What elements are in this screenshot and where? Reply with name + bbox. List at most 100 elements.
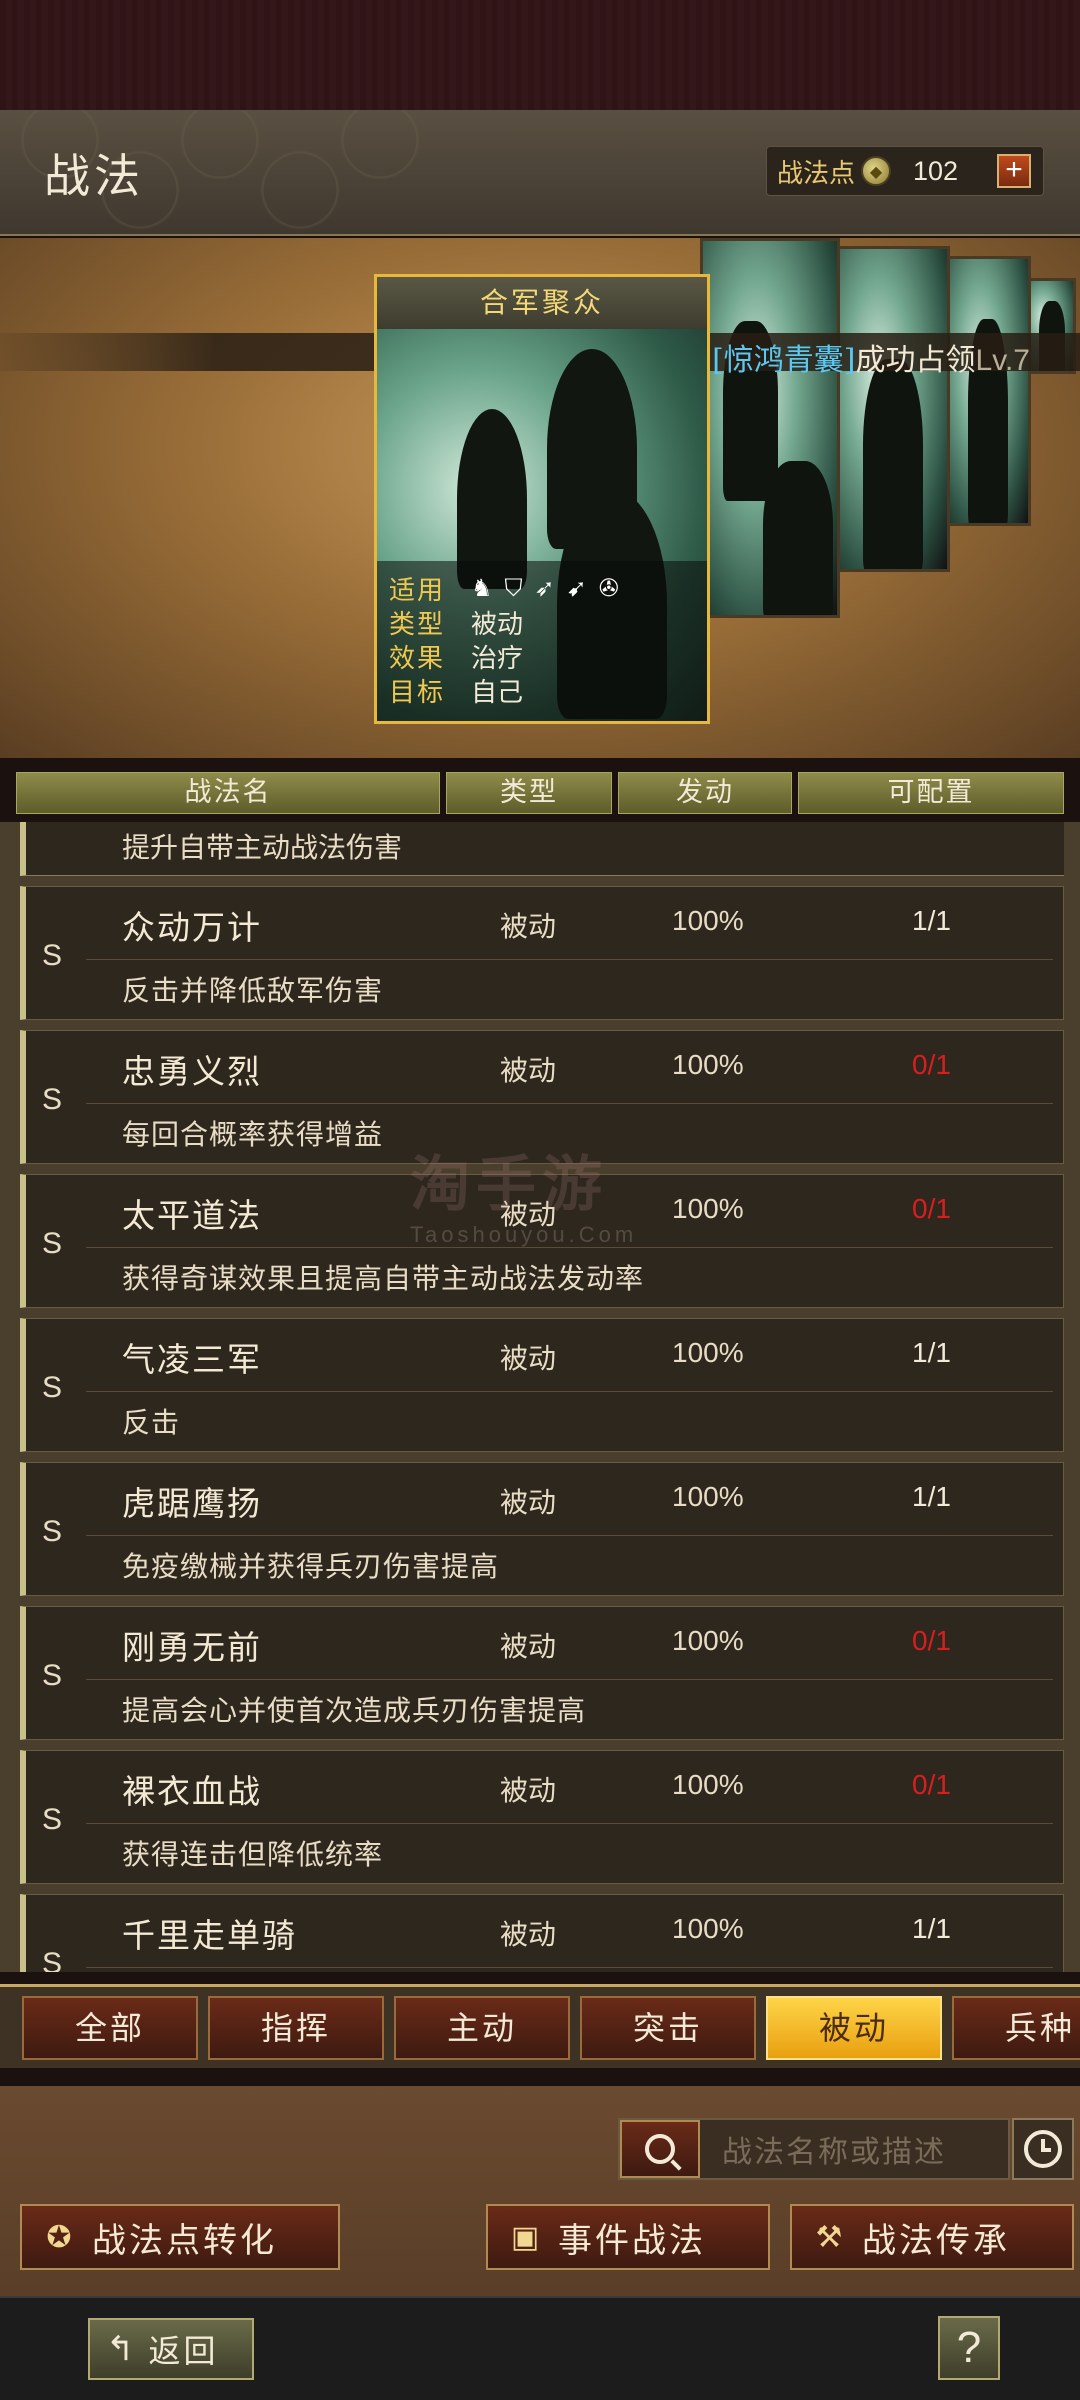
search-box[interactable]: 战法名称或描述	[618, 2118, 1010, 2180]
back-button[interactable]: ↰ 返回	[88, 2318, 254, 2380]
tactic-grade: S	[42, 1515, 63, 1548]
tactic-desc: 获得连击但降低统率	[122, 1838, 384, 1871]
tactic-row[interactable]: S 裸衣血战 被动 100% 0/1 获得连击但降低统率	[20, 1750, 1064, 1884]
event-tactic-label: 事件战法	[558, 2220, 706, 2261]
back-label: 返回	[148, 2332, 219, 2370]
owner-info: [惊鸿青囊]成功占领Lv.7	[712, 335, 1030, 379]
tactic-rate: 100%	[672, 1193, 744, 1224]
featured-tactic-card[interactable]: 合军聚众 适用 ♞ ⛉ ➶ ➹ ✇ 类型 被动 效果 治疗 目标 自己	[374, 274, 710, 724]
inherit-tactic-button[interactable]: ⚒ 战法传承	[790, 2204, 1074, 2270]
tactic-rate: 100%	[672, 1625, 744, 1656]
tactic-card-side[interactable]	[945, 256, 1031, 526]
tactic-type: 被动	[500, 1054, 557, 1087]
tactic-desc: 提升自带主动战法伤害	[122, 831, 403, 864]
shield-icon: ⛉	[504, 574, 523, 602]
tactic-grade: S	[42, 1659, 63, 1692]
tactic-grade: S	[42, 1083, 63, 1116]
tactic-card-side[interactable]	[700, 238, 840, 618]
type-label: 类型	[389, 609, 446, 640]
tactic-name: 刚勇无前	[122, 1628, 262, 1667]
tactic-rate: 100%	[672, 905, 744, 936]
lower-panel: 战法名称或描述 ✪ 战法点转化 ▣ 事件战法 ⚒ 战法传承	[0, 2086, 1080, 2296]
target-value: 自己	[471, 677, 524, 708]
tactic-grade: S	[42, 939, 63, 972]
search-input[interactable]: 战法名称或描述	[722, 2127, 946, 2171]
column-header-name[interactable]: 战法名	[16, 772, 440, 814]
owner-tag[interactable]: [惊鸿青囊]	[712, 343, 855, 378]
filter-tab[interactable]: 主动	[394, 1996, 570, 2060]
tactic-row[interactable]: S 气凌三军 被动 100% 1/1 反击	[20, 1318, 1064, 1452]
tactic-type: 被动	[500, 1342, 557, 1375]
tactic-grade: S	[42, 1803, 63, 1836]
table-header: 战法名 类型 发动 可配置	[16, 772, 1064, 814]
tactic-card-side[interactable]	[830, 246, 950, 572]
tactic-type: 被动	[500, 1486, 557, 1519]
search-button[interactable]	[620, 2120, 700, 2178]
tactic-list[interactable]: 提升自带主动战法伤害 S 众动万计 被动 100% 1/1 反击并降低敌军伤害 S 忠勇义烈被…	[0, 822, 1080, 1972]
tactic-name: 裸衣血战	[122, 1772, 262, 1811]
help-button[interactable]: ?	[938, 2316, 1000, 2380]
unit-type-icons: ♞ ⛉ ➶ ➹ ✇	[471, 574, 619, 602]
effect-label: 效果	[389, 643, 446, 674]
tactic-type: 被动	[500, 1918, 557, 1951]
tactic-type: 被动	[500, 1774, 557, 1807]
filter-tab[interactable]: 被动	[766, 1996, 942, 2060]
page-title: 战法	[44, 149, 144, 203]
tactic-grade: S	[42, 1227, 63, 1260]
tactic-rate: 100%	[672, 1337, 744, 1368]
tactic-name: 忠勇义烈	[122, 1052, 262, 1091]
convert-points-button[interactable]: ✪ 战法点转化	[20, 2204, 340, 2270]
tactic-row[interactable]: S 虎踞鹰扬 被动 100% 1/1 免疫缴械并获得兵刃伤害提高	[20, 1462, 1064, 1596]
row-divider	[86, 1679, 1053, 1680]
event-tactic-button[interactable]: ▣ 事件战法	[486, 2204, 770, 2270]
tactic-grade: S	[42, 1947, 63, 1972]
list-item-partial[interactable]: 提升自带主动战法伤害	[20, 822, 1064, 876]
tactic-config: 0/1	[912, 1049, 951, 1080]
tactic-rate: 100%	[672, 1913, 744, 1944]
filter-tab[interactable]: 兵种	[952, 1996, 1080, 2060]
filter-tab[interactable]: 全部	[22, 1996, 198, 2060]
card-stats: 适用 ♞ ⛉ ➶ ➹ ✇ 类型 被动 效果 治疗 目标 自己	[377, 561, 707, 721]
tactic-name: 千里走单骑	[122, 1916, 297, 1955]
column-header-type[interactable]: 类型	[446, 772, 612, 814]
row-divider	[86, 1391, 1053, 1392]
points-label: 战法点	[777, 158, 856, 189]
spear-icon: ➹	[566, 574, 587, 602]
tactic-type: 被动	[500, 1630, 557, 1663]
tactic-row[interactable]: S 忠勇义烈 被动 100% 0/1 每回合概率获得增益	[20, 1030, 1064, 1164]
cavalry-icon: ♞	[471, 574, 493, 602]
clock-icon	[1024, 2130, 1062, 2168]
row-divider	[86, 1967, 1053, 1968]
filter-tab[interactable]: 指挥	[208, 1996, 384, 2060]
tactic-row[interactable]: S 刚勇无前 被动 100% 0/1 提高会心并使首次造成兵刃伤害提高	[20, 1606, 1064, 1740]
filter-tabs: 全部 指挥 主动 突击 被动 兵种	[0, 1984, 1080, 2068]
back-arrow-icon: ↰	[106, 2329, 135, 2369]
tactic-type: 被动	[500, 910, 557, 943]
tactic-row[interactable]: S 千里走单骑 被动 100% 1/1	[20, 1894, 1064, 1972]
scroll-icon: ▣	[510, 2219, 540, 2255]
tactic-rate: 100%	[672, 1049, 744, 1080]
filter-tab[interactable]: 突击	[580, 1996, 756, 2060]
tactic-points-box: 战法点 ◆ 102 +	[766, 146, 1044, 196]
column-header-rate[interactable]: 发动	[618, 772, 792, 814]
add-points-button[interactable]: +	[997, 154, 1032, 188]
tactic-config: 1/1	[912, 905, 951, 936]
tactic-rate: 100%	[672, 1481, 744, 1512]
coin-swirl-icon: ✪	[46, 2219, 72, 2255]
history-button[interactable]	[1012, 2118, 1074, 2180]
convert-points-label: 战法点转化	[92, 2220, 277, 2261]
search-icon	[645, 2134, 675, 2164]
tactic-rate: 100%	[672, 1769, 744, 1800]
column-header-config[interactable]: 可配置	[798, 772, 1064, 814]
tactic-config: 1/1	[912, 1481, 951, 1512]
tactic-desc: 每回合概率获得增益	[122, 1118, 384, 1151]
owner-status: 成功占领	[855, 343, 976, 378]
tactic-grade: S	[42, 1371, 63, 1404]
tactic-config: 0/1	[912, 1769, 951, 1800]
watermark-sub: Taoshouyou.Com	[410, 1222, 638, 1247]
tactic-name: 虎踞鹰扬	[122, 1484, 262, 1523]
tactic-name: 太平道法	[122, 1196, 262, 1235]
tactic-config: 0/1	[912, 1193, 951, 1224]
tactic-row[interactable]: S 众动万计 被动 100% 1/1 反击并降低敌军伤害	[20, 886, 1064, 1020]
header: 战法 战法点 ◆ 102 +	[0, 110, 1080, 236]
